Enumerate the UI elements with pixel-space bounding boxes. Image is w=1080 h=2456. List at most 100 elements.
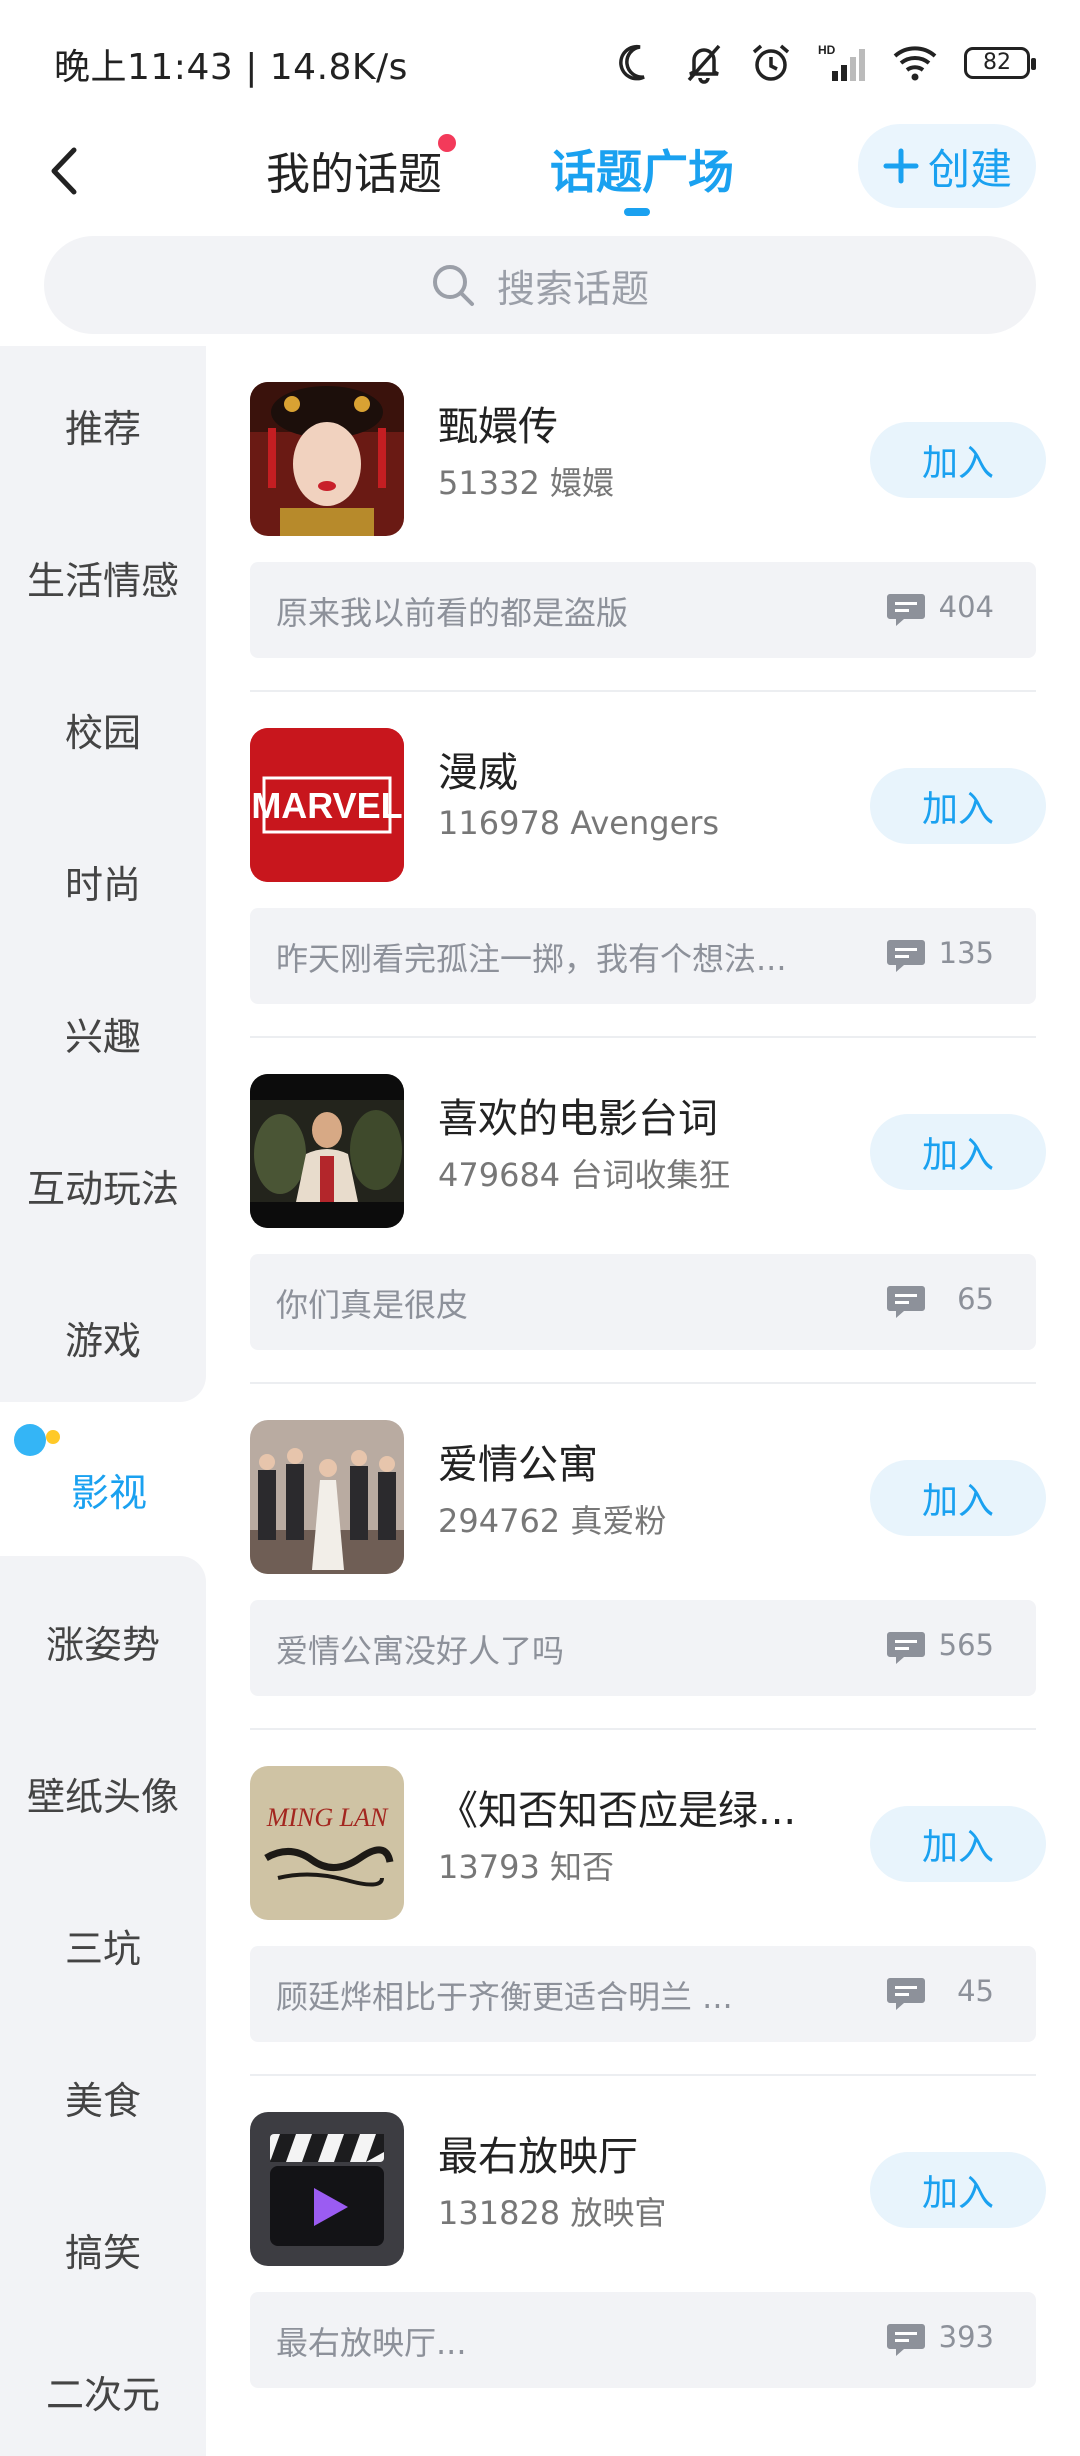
join-button[interactable]: 加入	[870, 1806, 1046, 1882]
topic-card[interactable]: 爱情公寓 294762 真爱粉 加入 爱情公寓没好人了吗 565	[250, 1384, 1046, 1730]
search-icon	[432, 265, 474, 306]
sidebar-item-knowledge[interactable]: 涨姿势	[0, 1614, 206, 1669]
topic-follower-count: 294762	[438, 1502, 561, 1540]
sidebar-item-three-pits[interactable]: 三坑	[0, 1918, 206, 1973]
sidebar-item-wallpaper[interactable]: 壁纸头像	[0, 1766, 206, 1821]
active-spark-icon	[46, 1430, 60, 1444]
topic-thumbnail	[250, 382, 404, 536]
join-button[interactable]: 加入	[870, 2152, 1046, 2228]
comment-icon	[887, 1978, 925, 2010]
topic-meta: 294762 真爱粉	[438, 1496, 666, 1542]
topic-name: 喜欢的电影台词	[438, 1096, 718, 1142]
topic-preview-post[interactable]: 你们真是很皮 65	[250, 1254, 1036, 1350]
topic-name: 《知否知否应是绿...	[438, 1788, 797, 1834]
status-time-speed: 晚上11:43 | 14.8K/s	[54, 47, 408, 88]
topic-name: 甄嬛传	[438, 404, 558, 450]
sidebar-item-campus[interactable]: 校园	[0, 702, 206, 757]
status-bar: 晚上11:43 | 14.8K/s HD 82	[0, 0, 1080, 120]
topic-follower-count: 51332	[438, 464, 540, 502]
topic-preview-post[interactable]: 最右放映厅... 393	[250, 2292, 1036, 2388]
comment-count: 135	[938, 936, 994, 970]
join-button[interactable]: 加入	[870, 1114, 1046, 1190]
join-button[interactable]: 加入	[870, 768, 1046, 844]
comment-icon	[887, 2324, 925, 2356]
topic-card[interactable]: 甄嬛传 51332 嬛嬛 加入 原来我以前看的都是盗版 404	[250, 346, 1046, 692]
topic-card[interactable]: 喜欢的电影台词 479684 台词收集狂 加入 你们真是很皮 65	[250, 1038, 1046, 1384]
topic-meta: 131828 放映官	[438, 2188, 666, 2234]
sidebar-item-interactive[interactable]: 互动玩法	[0, 1158, 206, 1213]
search-bar[interactable]: 搜索话题	[44, 236, 1036, 334]
sidebar-item-fashion[interactable]: 时尚	[0, 854, 206, 909]
comment-count: 45	[957, 1974, 994, 2008]
topic-preview-post[interactable]: 爱情公寓没好人了吗 565	[250, 1600, 1036, 1696]
sidebar-item-anime[interactable]: 二次元	[0, 2364, 206, 2419]
comment-icon	[887, 940, 925, 972]
topic-preview-post[interactable]: 昨天刚看完孤注一掷，我有个想法... 135	[250, 908, 1036, 1004]
create-label: 创建	[927, 144, 1012, 194]
topic-meta: 479684 台词收集狂	[438, 1150, 730, 1196]
back-arrow-icon[interactable]	[30, 136, 100, 206]
topic-fan-title: 真爱粉	[570, 1502, 667, 1540]
topic-card[interactable]: 最右放映厅 131828 放映官 加入 最右放映厅... 393	[250, 2076, 1046, 2422]
comment-count: 65	[957, 1282, 994, 1316]
topic-name: 最右放映厅	[438, 2134, 638, 2180]
search-placeholder: 搜索话题	[496, 266, 649, 311]
group-photo-thumbnail	[250, 1420, 404, 1574]
battery-indicator: 82	[964, 47, 1036, 79]
sidebar-item-games[interactable]: 游戏	[0, 1310, 206, 1365]
comment-count: 565	[938, 1628, 994, 1662]
topic-meta: 51332 嬛嬛	[438, 458, 614, 504]
join-button[interactable]: 加入	[870, 422, 1046, 498]
topic-thumbnail: MARVEL	[250, 728, 404, 882]
topic-name: 爱情公寓	[438, 1442, 598, 1488]
alarm-icon	[752, 44, 790, 81]
sidebar-item-recommend[interactable]: 推荐	[0, 398, 206, 453]
tab-my-topics[interactable]: 我的话题	[266, 134, 456, 202]
topic-fan-title: 放映官	[570, 2194, 667, 2232]
preview-text: 最右放映厅...	[276, 2324, 467, 2362]
create-topic-button[interactable]: 创建	[858, 124, 1036, 208]
status-icons: HD 82	[618, 38, 1036, 88]
topic-preview-post[interactable]: 顾廷烨相比于齐衡更适合明兰 ... 45	[250, 1946, 1036, 2042]
comment-icon	[887, 1286, 925, 1318]
preview-text: 你们真是很皮	[276, 1286, 469, 1324]
join-button[interactable]: 加入	[870, 1460, 1046, 1536]
topic-fan-title: Avengers	[570, 804, 720, 842]
topic-fan-title: 台词收集狂	[570, 1156, 731, 1194]
poster-title-text: MING LAN	[266, 1803, 389, 1832]
topic-meta: 116978 Avengers	[438, 804, 719, 842]
tab-topic-square-label: 话题广场	[550, 145, 734, 199]
sidebar-item-funny[interactable]: 搞笑	[0, 2222, 206, 2277]
topic-preview-post[interactable]: 原来我以前看的都是盗版 404	[250, 562, 1036, 658]
category-sidebar: 推荐 生活情感 校园 时尚 兴趣 互动玩法 游戏 影视 涨姿势 壁纸头像 三坑 …	[0, 346, 206, 2456]
active-bubble-icon	[14, 1424, 46, 1456]
bell-muted-icon	[687, 44, 721, 84]
sidebar-item-life-emotion[interactable]: 生活情感	[0, 550, 206, 605]
topic-follower-count: 479684	[438, 1156, 561, 1194]
preview-text: 爱情公寓没好人了吗	[276, 1632, 565, 1670]
sidebar-item-interest[interactable]: 兴趣	[0, 1006, 206, 1061]
topic-thumbnail	[250, 1420, 404, 1574]
preview-text: 顾廷烨相比于齐衡更适合明兰 ...	[276, 1978, 733, 2016]
marvel-logo: MARVEL	[250, 728, 404, 882]
sidebar-item-food[interactable]: 美食	[0, 2070, 206, 2125]
comment-count: 404	[938, 590, 994, 624]
topic-thumbnail	[250, 2112, 404, 2266]
topic-follower-count: 116978	[438, 804, 561, 842]
comment-count: 393	[938, 2320, 994, 2354]
comment-icon	[887, 594, 925, 626]
preview-text: 原来我以前看的都是盗版	[276, 594, 629, 632]
top-header: 我的话题 话题广场 创建	[0, 120, 1080, 230]
topic-card[interactable]: MARVEL 漫威 116978 Avengers 加入 昨天刚看完孤注一掷，我…	[250, 692, 1046, 1038]
topic-fan-title: 知否	[549, 1848, 614, 1886]
moon-icon	[619, 44, 645, 81]
tab-topic-square[interactable]: 话题广场	[550, 136, 734, 216]
topic-thumbnail	[250, 1074, 404, 1228]
portrait-photo-thumbnail	[250, 382, 404, 536]
sidebar-item-film-tv[interactable]: 影视	[6, 1462, 212, 1517]
sidebar-background-bottom	[0, 1556, 206, 2456]
tab-my-topics-label: 我的话题	[266, 149, 442, 200]
topic-follower-count: 131828	[438, 2194, 561, 2232]
topic-thumbnail: MING LAN	[250, 1766, 404, 1920]
topic-card[interactable]: MING LAN 《知否知否应是绿... 13793 知否 加入 顾廷烨相比于齐…	[250, 1730, 1046, 2076]
